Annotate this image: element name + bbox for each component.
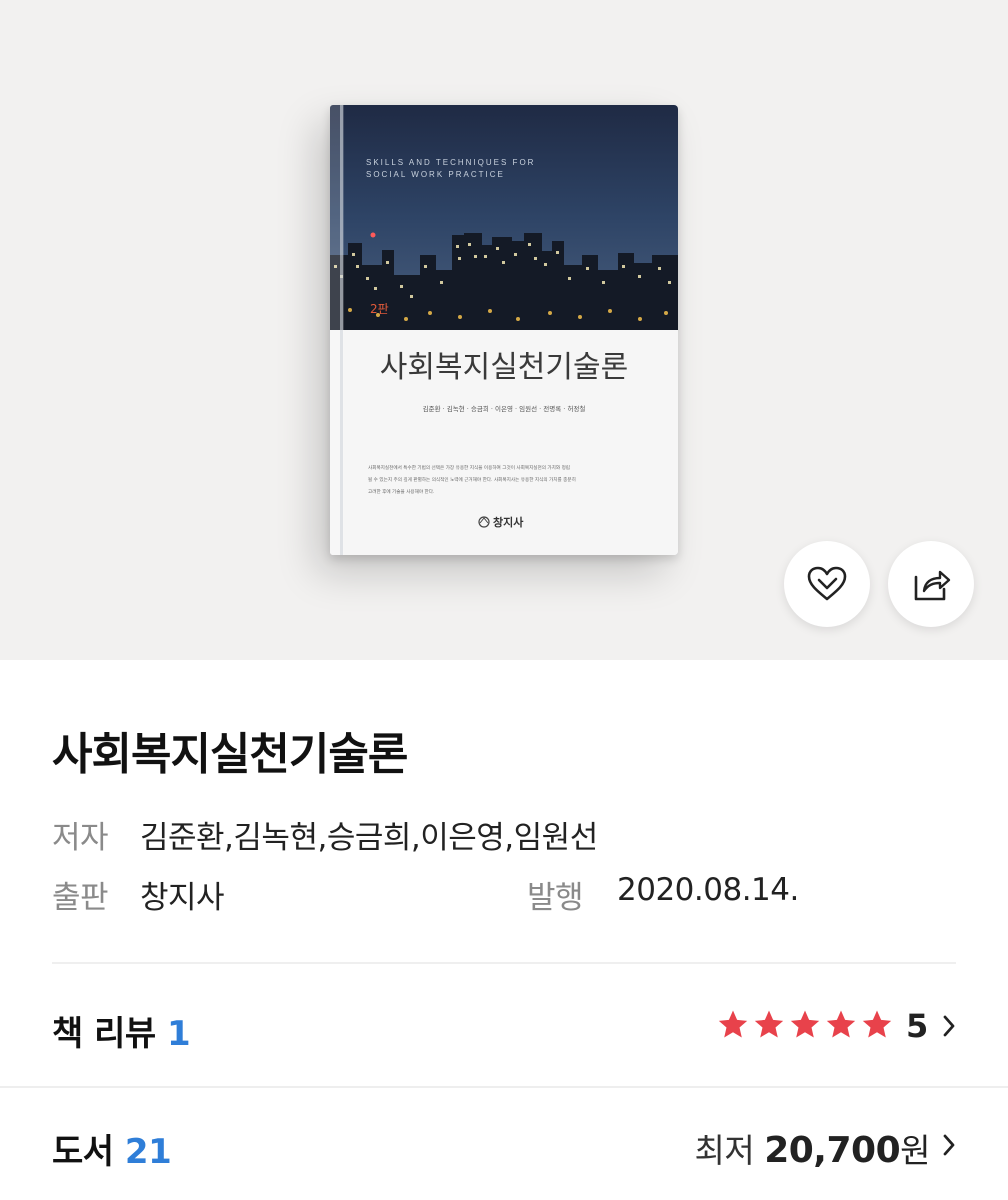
publish-date-label: 발행 xyxy=(527,880,584,916)
stock-row[interactable]: 도서 21 xyxy=(52,1124,172,1173)
cover-authors: 김준환 · 김녹현 · 승금희 · 이은영 · 임원선 · 전명록 · 허정철 xyxy=(423,404,586,413)
heart-outline-icon xyxy=(807,566,847,601)
chevron-right-icon[interactable] xyxy=(942,1133,956,1157)
stock-count: 21 xyxy=(124,1132,172,1172)
section-divider xyxy=(0,1086,1008,1088)
publisher-label: 출판 xyxy=(52,880,109,916)
cover-blurb-line3: 고려한 후에 기술을 사용해야 한다. xyxy=(368,488,434,495)
book-review-label: 책 리뷰 xyxy=(52,1014,156,1054)
lowest-price[interactable]: 최저 20,700원 xyxy=(694,1124,930,1172)
like-button[interactable] xyxy=(784,541,870,627)
chevron-right-icon[interactable] xyxy=(942,1014,956,1038)
price-value: 20,700 xyxy=(764,1130,901,1171)
divider xyxy=(52,962,956,964)
cover-blurb-line1: 사회복지실천에서 특수한 기법의 선택은 가장 유용한 지식을 이용하여 그것이… xyxy=(368,464,570,471)
book-cover-image: SKILLS AND TECHNIQUES FOR SOCIAL WORK PR… xyxy=(330,105,678,555)
star-icon xyxy=(862,1010,892,1038)
author-label: 저자 xyxy=(52,820,109,856)
price-label: 최저 xyxy=(694,1131,755,1170)
rating-stars xyxy=(716,1008,894,1042)
share-button[interactable] xyxy=(888,541,974,627)
cover-title: 사회복지실천기술론 xyxy=(380,350,628,385)
book-title: 사회복지실천기술론 xyxy=(52,729,408,780)
publisher-value[interactable]: 창지사 xyxy=(140,872,225,917)
rating-value: 5 xyxy=(906,1007,929,1045)
share-icon xyxy=(914,570,951,601)
stock-label: 도서 xyxy=(52,1132,114,1172)
cover-blurb-line2: 될 수 있는지 주의 깊게 판별하는 의식적인 노력에 근거해야 한다. 사회복… xyxy=(368,476,576,483)
cover-edition: 2판 xyxy=(370,302,389,316)
star-icon xyxy=(790,1010,820,1038)
publish-date-value: 2020.08.14. xyxy=(617,872,799,908)
cover-subtitle-line2: SOCIAL WORK PRACTICE xyxy=(366,170,505,179)
book-review-count: 1 xyxy=(167,1014,191,1054)
star-icon xyxy=(826,1010,856,1038)
star-icon xyxy=(754,1010,784,1038)
cover-publisher: 창지사 xyxy=(493,515,524,529)
price-unit: 원 xyxy=(900,1131,930,1170)
book-review-row[interactable]: 책 리뷰 1 xyxy=(52,1006,191,1055)
cover-section: SKILLS AND TECHNIQUES FOR SOCIAL WORK PR… xyxy=(0,0,1008,660)
cover-subtitle-line1: SKILLS AND TECHNIQUES FOR xyxy=(366,158,535,167)
author-value[interactable]: 김준환,김녹현,승금희,이은영,임원선 xyxy=(140,812,598,857)
star-icon xyxy=(718,1010,748,1038)
